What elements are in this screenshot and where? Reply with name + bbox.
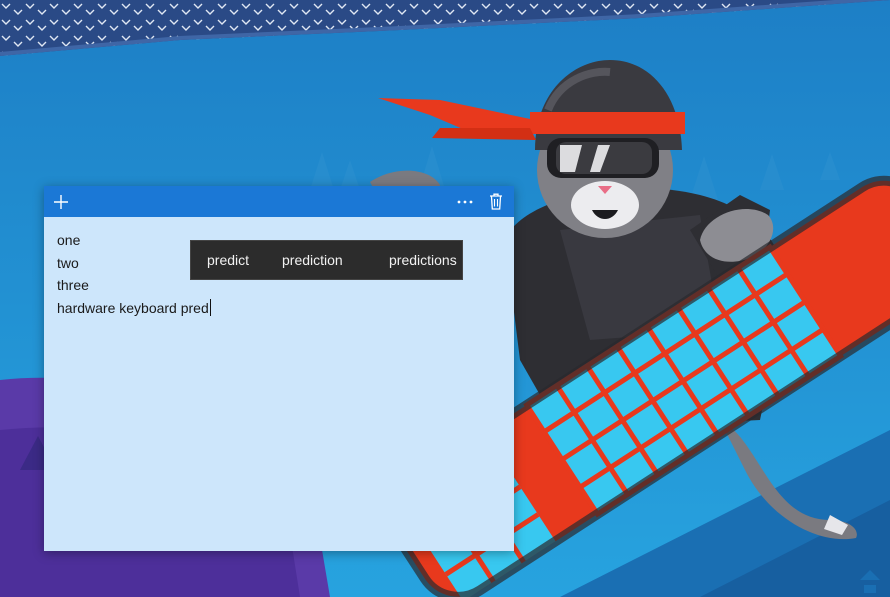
current-line-text: hardware keyboard pred — [57, 299, 209, 316]
add-note-button[interactable] — [50, 186, 72, 217]
delete-note-button[interactable] — [484, 186, 508, 217]
trash-icon — [490, 193, 502, 210]
note-title-bar[interactable] — [44, 186, 514, 217]
text-cursor — [209, 298, 211, 316]
ellipsis-icon — [457, 200, 473, 203]
text-prediction-bar: predict prediction predictions — [190, 240, 463, 280]
prediction-candidate[interactable]: prediction — [267, 241, 377, 279]
note-line-current: hardware keyboard pred — [57, 297, 497, 320]
prediction-candidate[interactable]: predictions — [377, 241, 457, 279]
prediction-candidate[interactable]: predict — [191, 241, 267, 279]
more-options-button[interactable] — [452, 186, 478, 217]
plus-icon — [54, 194, 68, 209]
